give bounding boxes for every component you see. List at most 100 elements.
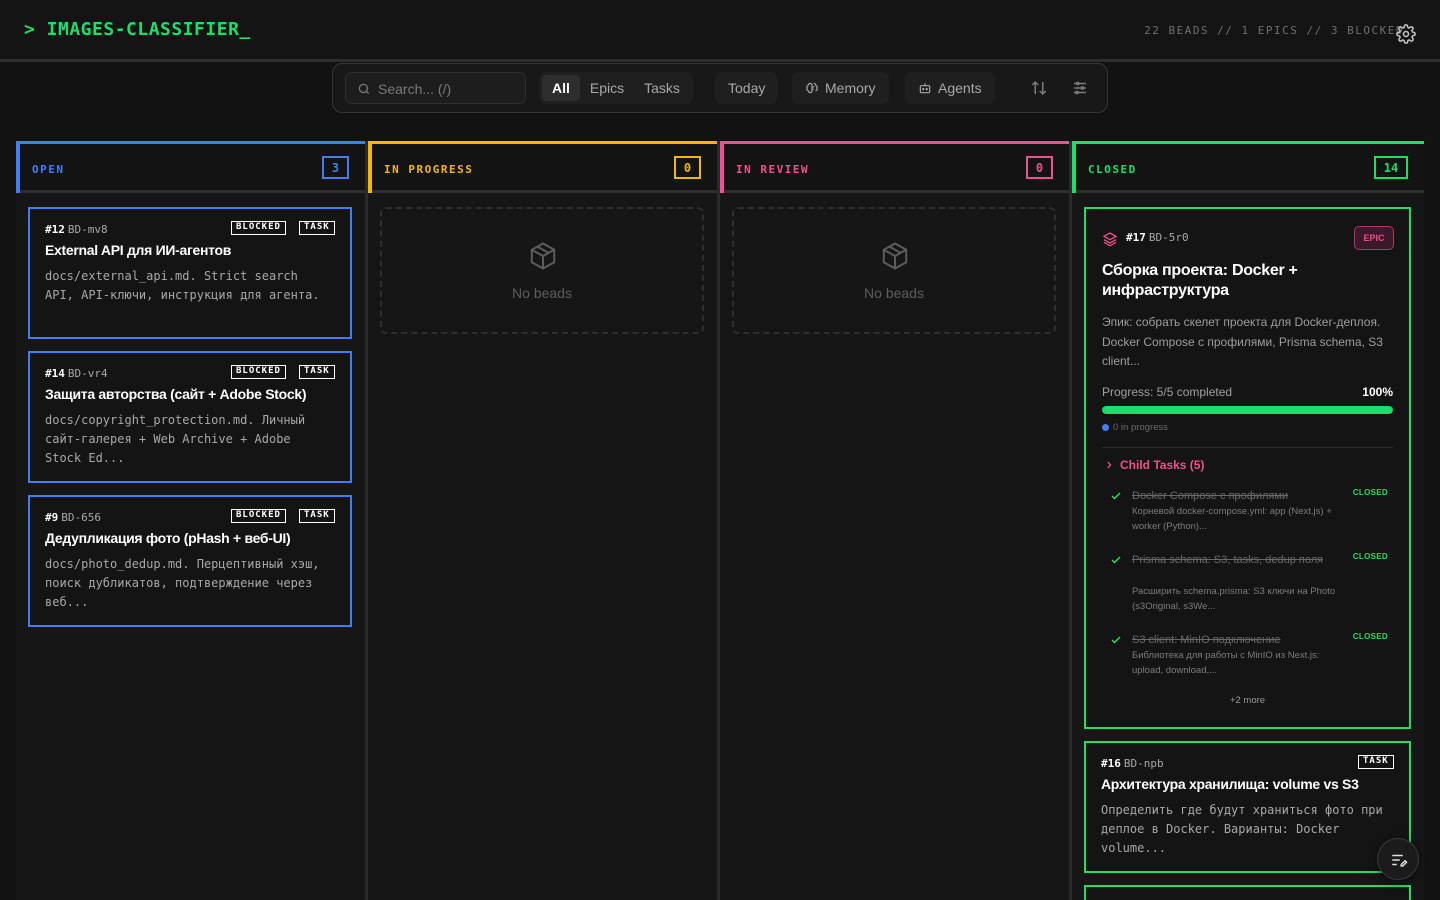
epic-card[interactable]: #17 BD-5r0 EPIC Сборка проекта: Docker + … xyxy=(1084,207,1411,729)
check-icon xyxy=(1111,556,1121,564)
column-in-review: IN REVIEW 0 No beads xyxy=(720,141,1072,900)
epic-badge: EPIC xyxy=(1354,226,1394,250)
progress-bar-fill xyxy=(1102,406,1393,414)
type-filter: All Epics Tasks xyxy=(539,72,693,104)
type-tag: TASK xyxy=(1358,755,1394,769)
child-tasks-toggle[interactable]: Child Tasks (5) xyxy=(1104,458,1204,472)
child-tasks-label: Child Tasks (5) xyxy=(1120,458,1205,472)
bead-title: Архитектура хранилища: volume vs S3 xyxy=(1101,776,1359,792)
child-task-title: Prisma schema: S3, tasks, dedup поля xyxy=(1132,554,1324,566)
filter-epics-button[interactable]: Epics xyxy=(580,75,634,101)
column-count: 0 xyxy=(674,156,701,179)
empty-placeholder: No beads xyxy=(732,207,1056,334)
bead-card[interactable]: #12 BD-mv8 BLOCKED TASK External API для … xyxy=(28,207,352,339)
agents-button[interactable]: Agents xyxy=(908,75,992,101)
epic-title: Сборка проекта: Docker + инфраструктура xyxy=(1102,262,1298,299)
floating-action-button[interactable] xyxy=(1377,838,1419,880)
more-children-link[interactable]: +2 more xyxy=(1086,695,1409,706)
column-count: 14 xyxy=(1374,156,1408,179)
check-icon xyxy=(1111,636,1121,644)
child-task-description: Расширить schema.prisma: S3 ключи на Pho… xyxy=(1132,586,1336,612)
memory-group: Memory xyxy=(792,72,889,104)
bot-icon xyxy=(919,83,931,94)
child-task-status: CLOSED xyxy=(1352,488,1388,497)
settings-sliders-icon[interactable] xyxy=(1071,79,1089,97)
brain-icon xyxy=(806,82,818,94)
bead-id: #16 BD-npb xyxy=(1101,757,1164,770)
child-task-description: Корневой docker-compose.yml: app (Next.j… xyxy=(1132,506,1332,532)
agents-group: Agents xyxy=(905,72,995,104)
package-icon xyxy=(530,242,556,270)
column-closed: CLOSED 14 #17 BD-5r0 EPIC Сборка проекта:… xyxy=(1072,141,1424,900)
package-icon xyxy=(882,242,908,270)
child-task[interactable]: S3 client: MinIO подключение CLOSED Библ… xyxy=(1110,632,1390,682)
child-task-description: Библиотека для работы с MinIO из Next.js… xyxy=(1132,650,1320,676)
column-stripe xyxy=(1072,141,1076,193)
bead-id: #9 BD-656 xyxy=(45,511,101,524)
sort-icon[interactable] xyxy=(1030,79,1048,97)
column-open: OPEN 3 #12 BD-mv8 BLOCKED TASK External A… xyxy=(16,141,368,900)
memory-button[interactable]: Memory xyxy=(795,75,886,101)
gear-icon[interactable] xyxy=(1396,24,1416,44)
list-edit-icon xyxy=(1392,854,1408,867)
child-task-title: Docker Compose с профилями xyxy=(1132,490,1289,502)
bead-description: docs/photo_dedup.md. Перцептивный хэш, п… xyxy=(45,557,320,609)
column-title: IN REVIEW xyxy=(736,163,810,176)
toolbar: All Epics Tasks Today Memory Agents xyxy=(332,63,1108,113)
filter-all-button[interactable]: All xyxy=(542,75,580,101)
column-closed-header: CLOSED 14 xyxy=(1072,141,1424,193)
bead-description: docs/copyright_protection.md. Личный сай… xyxy=(45,413,306,465)
epic-description: Эпик: собрать скелет проекта для Docker-… xyxy=(1102,315,1383,368)
column-stripe xyxy=(368,141,372,193)
column-in-progress: IN PROGRESS 0 No beads xyxy=(368,141,720,900)
bead-title: Дедупликация фото (pHash + веб-UI) xyxy=(45,530,291,546)
column-open-header: OPEN 3 xyxy=(16,141,365,193)
child-task[interactable]: Prisma schema: S3, tasks, dedup поля CLO… xyxy=(1110,552,1390,618)
divider xyxy=(1102,447,1393,448)
blocked-tag: BLOCKED xyxy=(231,509,286,523)
column-stripe xyxy=(720,141,724,193)
blocked-tag: BLOCKED xyxy=(231,365,286,379)
column-title: OPEN xyxy=(32,163,65,176)
search-input[interactable] xyxy=(378,79,518,99)
bead-card[interactable]: #9 BD-656 BLOCKED TASK Дедупликация фото … xyxy=(28,495,352,627)
in-progress-indicator: 0 in progress xyxy=(1102,422,1168,433)
bead-title: External API для ИИ-агентов xyxy=(45,242,232,258)
filter-tasks-button[interactable]: Tasks xyxy=(634,75,690,101)
column-title: CLOSED xyxy=(1088,163,1137,176)
child-task-status: CLOSED xyxy=(1352,552,1388,561)
check-icon xyxy=(1111,492,1121,500)
in-progress-label: 0 in progress xyxy=(1113,422,1168,433)
agents-label: Agents xyxy=(938,80,982,96)
progress-label: Progress: 5/5 completed xyxy=(1102,385,1233,399)
bead-card-partial[interactable] xyxy=(1084,885,1411,900)
child-task[interactable]: Docker Compose с профилями CLOSED Корнев… xyxy=(1110,488,1390,538)
column-title: IN PROGRESS xyxy=(384,163,474,176)
column-count: 0 xyxy=(1026,156,1053,179)
empty-placeholder: No beads xyxy=(380,207,704,334)
search-icon xyxy=(358,83,370,95)
type-tag: TASK xyxy=(299,365,335,379)
bead-title: Защита авторства (сайт + Adobe Stock) xyxy=(45,386,307,402)
bead-description: Определить где будут храниться фото при … xyxy=(1101,803,1383,855)
bead-card[interactable]: #14 BD-vr4 BLOCKED TASK Защита авторства … xyxy=(28,351,352,483)
app-title: > IMAGES-CLASSIFIER_ xyxy=(24,19,251,40)
app-header: > IMAGES-CLASSIFIER_ 22 BEADS // 1 EPICS… xyxy=(0,0,1440,62)
today-button[interactable]: Today xyxy=(718,75,775,101)
search-box[interactable] xyxy=(345,72,526,104)
bead-description: docs/external_api.md. Strict search API,… xyxy=(45,269,320,302)
column-in-progress-header: IN PROGRESS 0 xyxy=(368,141,717,193)
today-group: Today xyxy=(715,72,779,104)
type-tag: TASK xyxy=(299,509,335,523)
column-in-review-header: IN REVIEW 0 xyxy=(720,141,1069,193)
progress-percent: 100% xyxy=(1362,385,1393,399)
child-task-title: S3 client: MinIO подключение xyxy=(1132,634,1281,646)
memory-label: Memory xyxy=(825,80,876,96)
column-stripe xyxy=(16,141,20,193)
column-count: 3 xyxy=(322,156,349,179)
progress-bar xyxy=(1102,406,1393,414)
bead-card[interactable]: #16 BD-npb TASK Архитектура хранилища: vo… xyxy=(1084,741,1411,873)
chevron-right-icon xyxy=(1107,461,1112,469)
bead-id: #12 BD-mv8 xyxy=(45,223,108,236)
dot-icon xyxy=(1102,424,1109,431)
